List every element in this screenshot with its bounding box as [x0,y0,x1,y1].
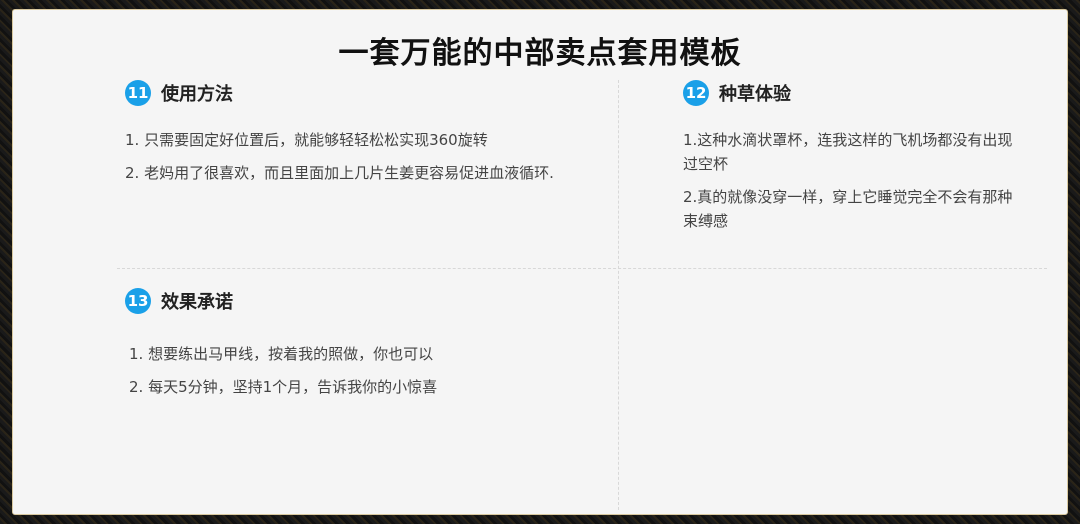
number-badge: 12 [683,80,709,106]
list-item: 1. 想要练出马甲线，按着我的照做，你也可以 [129,345,434,363]
section-header: 13 效果承诺 [125,286,605,316]
section-list: 1. 想要练出马甲线，按着我的照做，你也可以 2. 每天5分钟，坚持1个月，告诉… [125,342,605,399]
section-experience: 12 种草体验 1.这种水滴状罩杯，连我这样的飞机场都没有出现过空杯 2.真的就… [683,78,1023,242]
section-title: 使用方法 [161,84,233,105]
section-list: 1.这种水滴状罩杯，连我这样的飞机场都没有出现过空杯 2.真的就像没穿一样，穿上… [683,128,1023,233]
section-list: 1. 只需要固定好位置后，就能够轻轻松松实现360旋转 2. 老妈用了很喜欢，而… [125,128,605,185]
section-title: 种草体验 [719,84,791,105]
section-promise: 13 效果承诺 1. 想要练出马甲线，按着我的照做，你也可以 2. 每天5分钟，… [125,286,605,408]
number-badge: 11 [125,80,151,106]
number-badge: 13 [125,288,151,314]
section-usage: 11 使用方法 1. 只需要固定好位置后，就能够轻轻松松实现360旋转 2. 老… [125,78,605,194]
section-header: 12 种草体验 [683,78,1023,108]
section-header: 11 使用方法 [125,78,605,108]
list-item: 2. 老妈用了很喜欢，而且里面加上几片生姜更容易促进血液循环. [125,164,554,182]
list-item: 1. 只需要固定好位置后，就能够轻轻松松实现360旋转 [125,131,488,149]
horizontal-divider [117,268,1047,269]
list-item: 2. 每天5分钟，坚持1个月，告诉我你的小惊喜 [129,378,438,396]
page-title: 一套万能的中部卖点套用模板 [338,36,742,71]
vertical-divider [618,80,619,510]
section-title: 效果承诺 [161,292,233,313]
list-item: 1.这种水滴状罩杯，连我这样的飞机场都没有出现过空杯 [683,131,1013,173]
content-panel: 一套万能的中部卖点套用模板 11 使用方法 1. 只需要固定好位置后，就能够轻轻… [12,9,1068,515]
list-item: 2.真的就像没穿一样，穿上它睡觉完全不会有那种束缚感 [683,188,1013,230]
